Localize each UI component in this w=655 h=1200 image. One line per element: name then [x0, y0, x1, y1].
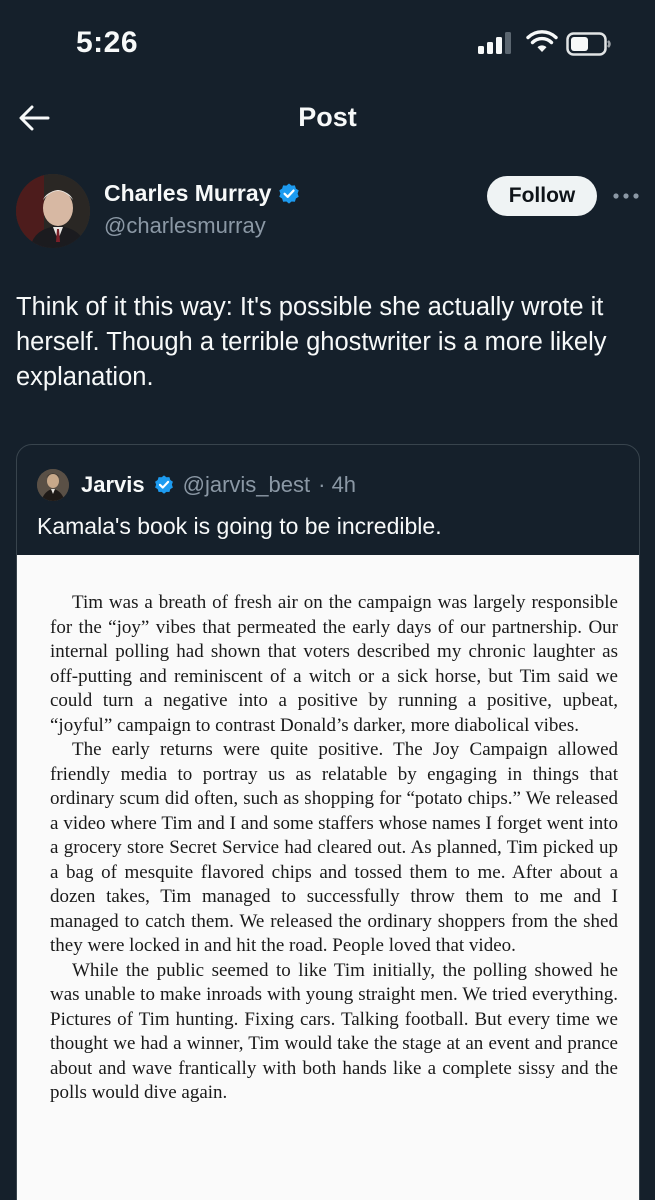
quoted-author-name[interactable]: Jarvis: [81, 472, 145, 498]
verified-badge-icon: [154, 475, 173, 494]
author-name[interactable]: Charles Murray: [104, 180, 271, 207]
battery-icon: [566, 32, 611, 56]
more-options-icon[interactable]: [612, 188, 640, 204]
quoted-author-handle[interactable]: @jarvis_best: [183, 472, 311, 498]
author-name-row: Charles Murray: [104, 180, 301, 207]
author-handle[interactable]: @charlesmurray: [104, 213, 266, 239]
quoted-avatar-image: [37, 469, 69, 501]
signal-icon: [478, 32, 511, 54]
follow-button[interactable]: Follow: [487, 176, 597, 216]
quoted-post-image[interactable]: Tim was a breath of fresh air on the cam…: [17, 555, 639, 1200]
wifi-icon: [526, 30, 558, 52]
book-paragraph: The early returns were quite positive. T…: [50, 739, 618, 956]
author-avatar-image: [16, 174, 90, 248]
quoted-author-avatar[interactable]: [37, 469, 69, 501]
page-title: Post: [298, 102, 357, 132]
header-bar: Post: [0, 90, 655, 146]
quoted-post-text: Kamala's book is going to be incredible.: [37, 513, 442, 539]
quoted-post[interactable]: Jarvis @jarvis_best · 4h Kamala's book i…: [16, 444, 640, 1200]
quoted-post-header: Jarvis @jarvis_best · 4h: [37, 469, 356, 501]
verified-badge-icon: [279, 183, 300, 204]
book-paragraph: While the public seemed to like Tim init…: [50, 959, 618, 1104]
book-page-text: Tim was a breath of fresh air on the cam…: [50, 591, 618, 1106]
status-bar: 5:26: [0, 0, 655, 90]
post-text: Think of it this way: It's possible she …: [16, 293, 607, 391]
book-paragraph: Tim was a breath of fresh air on the cam…: [50, 592, 618, 736]
post-screen: 5:26 Post Charles Murray @charlesmurray …: [0, 0, 655, 1200]
author-avatar[interactable]: [16, 174, 90, 248]
status-time: 5:26: [76, 26, 139, 59]
quoted-post-time: · 4h: [318, 472, 357, 497]
